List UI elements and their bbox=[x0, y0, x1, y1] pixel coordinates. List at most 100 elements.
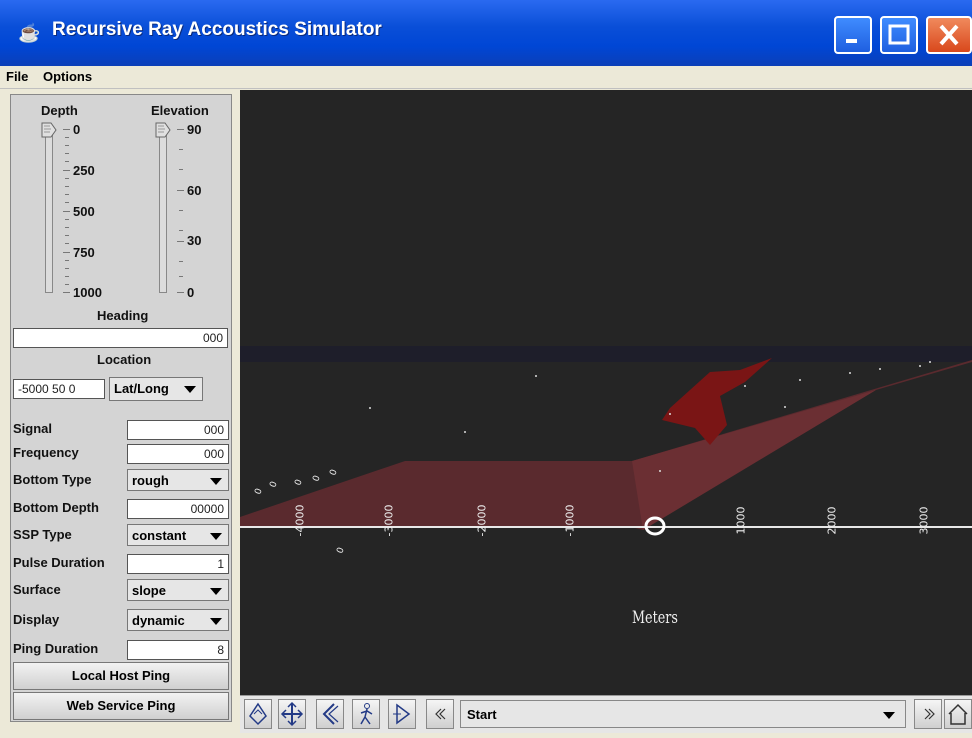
axis-label-1000: 1000 bbox=[734, 506, 748, 535]
turn-button[interactable] bbox=[316, 699, 344, 729]
minimize-icon bbox=[846, 39, 857, 43]
walk-icon bbox=[360, 703, 373, 725]
depth-slider-thumb[interactable] bbox=[41, 122, 57, 138]
minimize-button[interactable] bbox=[834, 16, 872, 54]
location-field[interactable]: -5000 50 0 bbox=[13, 379, 105, 399]
ssp-type-select[interactable]: constant bbox=[127, 524, 229, 546]
pulse-duration-field[interactable]: 1 bbox=[127, 554, 229, 574]
svg-text:0: 0 bbox=[311, 474, 322, 483]
control-panel: Depth 0 250 500 750 1000 Elevation 90 60… bbox=[10, 94, 232, 722]
heading-field[interactable]: 000 bbox=[13, 328, 228, 348]
display-select[interactable]: dynamic bbox=[127, 609, 229, 631]
depth-label: Depth bbox=[41, 103, 78, 118]
depth-tick-750: 750 bbox=[73, 245, 95, 260]
elevation-label: Elevation bbox=[151, 103, 209, 118]
location-mode-value: Lat/Long bbox=[114, 381, 169, 396]
svg-text:0: 0 bbox=[268, 480, 279, 489]
orbit-button[interactable] bbox=[244, 699, 272, 729]
surface-select[interactable]: slope bbox=[127, 579, 229, 601]
close-icon bbox=[939, 24, 959, 46]
title-bar: ☕ Recursive Ray Accoustics Simulator bbox=[0, 0, 972, 66]
close-button[interactable] bbox=[926, 16, 972, 54]
frequency-field[interactable]: 000 bbox=[127, 444, 229, 464]
svg-text:0: 0 bbox=[335, 546, 346, 555]
viewer-toolbar: Start bbox=[240, 695, 972, 733]
java-icon: ☕ bbox=[18, 23, 41, 43]
chevron-down-icon bbox=[210, 588, 222, 595]
chevron-down-icon bbox=[883, 712, 895, 719]
signal-field[interactable]: 000 bbox=[127, 420, 229, 440]
pulse-duration-label: Pulse Duration bbox=[13, 555, 105, 570]
next-viewpoint-button[interactable] bbox=[914, 699, 942, 729]
menu-bar: File Options bbox=[0, 66, 972, 89]
display-label: Display bbox=[13, 612, 60, 627]
depth-tick-250: 250 bbox=[73, 163, 95, 178]
unit-label: Meters bbox=[632, 608, 678, 628]
bottom-type-value: rough bbox=[132, 473, 169, 488]
web-service-ping-button[interactable]: Web Service Ping bbox=[13, 692, 229, 720]
surface-label: Surface bbox=[13, 582, 61, 597]
location-mode-select[interactable]: Lat/Long bbox=[109, 377, 203, 401]
window-title: Recursive Ray Accoustics Simulator bbox=[52, 19, 382, 40]
sea-surface-band bbox=[240, 346, 972, 362]
scattered-points bbox=[369, 361, 931, 472]
axis-label-3000: 3000 bbox=[917, 506, 931, 535]
ping-duration-field[interactable]: 8 bbox=[127, 640, 229, 660]
axis-label-minus2000: -2000 bbox=[475, 504, 489, 537]
fly-icon bbox=[393, 703, 411, 725]
prev-viewpoint-button[interactable] bbox=[426, 699, 454, 729]
bottom-type-label: Bottom Type bbox=[13, 472, 92, 487]
prev-viewpoint-icon bbox=[435, 708, 446, 720]
axis-label-minus4000: -4000 bbox=[293, 504, 307, 537]
chevron-down-icon bbox=[210, 478, 222, 485]
home-icon bbox=[948, 703, 968, 725]
elevation-tick-0: 0 bbox=[187, 285, 195, 300]
bottom-depth-field[interactable]: 00000 bbox=[127, 499, 229, 519]
svg-text:0: 0 bbox=[328, 468, 339, 477]
svg-text:0: 0 bbox=[253, 487, 264, 496]
signal-label: Signal bbox=[13, 421, 53, 436]
elevation-tick-30: 30 bbox=[187, 233, 202, 248]
heading-label: Heading bbox=[97, 308, 149, 323]
depth-tick-0: 0 bbox=[73, 122, 81, 137]
chevron-down-icon bbox=[184, 386, 196, 393]
turn-icon bbox=[322, 703, 339, 725]
bottom-depth-label: Bottom Depth bbox=[13, 500, 99, 515]
local-host-ping-button[interactable]: Local Host Ping bbox=[13, 662, 229, 690]
orbit-icon bbox=[249, 702, 267, 726]
viewpoint-value: Start bbox=[467, 707, 497, 722]
chevron-down-icon bbox=[210, 533, 222, 540]
ssp-type-value: constant bbox=[132, 528, 187, 543]
maximize-icon bbox=[888, 24, 910, 45]
elevation-tick-60: 60 bbox=[187, 183, 202, 198]
axis-label-2000: 2000 bbox=[825, 506, 839, 535]
axis-label-minus3000: -3000 bbox=[382, 504, 396, 537]
elevation-slider-thumb[interactable] bbox=[155, 122, 171, 138]
display-value: dynamic bbox=[132, 613, 185, 628]
depth-tick-500: 500 bbox=[73, 204, 95, 219]
pan-button[interactable] bbox=[278, 699, 306, 729]
viewpoint-select[interactable]: Start bbox=[460, 700, 906, 728]
scene-canvas: 0 0 0 0 0 0 bbox=[240, 346, 972, 555]
next-viewpoint-icon bbox=[924, 708, 935, 720]
home-button[interactable] bbox=[944, 699, 972, 729]
elevation-slider-track[interactable] bbox=[159, 127, 167, 293]
surface-value: slope bbox=[132, 583, 166, 598]
depth-slider-track[interactable] bbox=[45, 127, 53, 293]
fly-button[interactable] bbox=[388, 699, 416, 729]
frequency-label: Frequency bbox=[13, 445, 79, 460]
axis-label-minus1000: -1000 bbox=[563, 504, 577, 537]
bottom-type-select[interactable]: rough bbox=[127, 469, 229, 491]
location-label: Location bbox=[97, 352, 152, 367]
chevron-down-icon bbox=[210, 618, 222, 625]
scene-viewport[interactable]: 0 0 0 0 0 0 -4000 -3000 -2000 -1000 1000… bbox=[240, 90, 972, 695]
pan-icon bbox=[280, 701, 304, 727]
menu-options[interactable]: Options bbox=[43, 69, 92, 84]
walk-button[interactable] bbox=[352, 699, 380, 729]
menu-file[interactable]: File bbox=[6, 69, 28, 84]
seabed-surface bbox=[240, 360, 972, 530]
ssp-type-label: SSP Type bbox=[13, 527, 72, 542]
elevation-tick-90: 90 bbox=[187, 122, 202, 137]
ping-duration-label: Ping Duration bbox=[13, 641, 99, 656]
maximize-button[interactable] bbox=[880, 16, 918, 54]
